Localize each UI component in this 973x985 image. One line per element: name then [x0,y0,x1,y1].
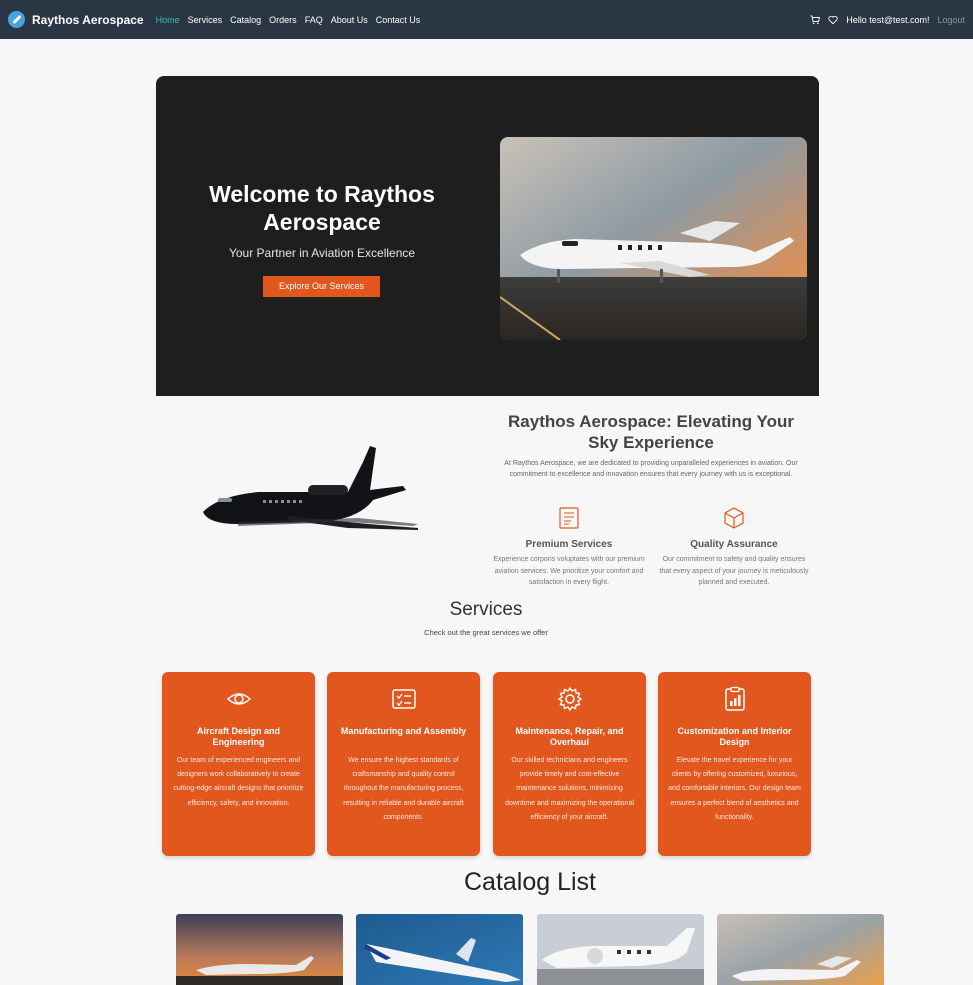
service-card-manufacturing[interactable]: Manufacturing and Assembly We ensure the… [327,672,480,856]
service-card-text: We ensure the highest standards of craft… [343,757,464,821]
service-card-maintenance[interactable]: Maintenance, Repair, and Overhaul Our sk… [493,672,646,856]
checklist-icon [391,689,416,709]
hero-subtitle: Your Partner in Aviation Excellence [228,246,416,260]
top-navbar: Raythos Aerospace Home Services Catalog … [0,0,973,39]
hero-section: Welcome to Raythos Aerospace Your Partne… [156,76,819,396]
nav-link-services[interactable]: Services [188,15,223,25]
service-card-title: Aircraft Design and Engineering [196,726,281,747]
box-icon [724,507,744,529]
service-card-title: Manufacturing and Assembly [340,726,467,736]
feature-premium-services: Premium Services Experience corporis vol… [491,506,647,589]
service-card-text: Our team of experienced engineers and de… [173,757,304,807]
cart-icon[interactable] [810,15,821,25]
black-jet-image [198,440,422,532]
certificate-icon [559,507,579,529]
eye-icon [226,693,251,705]
service-card-text: Our skilled technicians and engineers pr… [505,757,634,821]
nav-right: Hello test@test.com! Logout [810,15,965,25]
service-card-design[interactable]: Aircraft Design and Engineering Our team… [162,672,315,856]
explore-services-button[interactable]: Explore Our Services [263,276,380,297]
feature-title: Premium Services [525,539,613,550]
nav-link-home[interactable]: Home [156,15,180,25]
catalog-item-image[interactable] [537,914,704,985]
nav-link-faq[interactable]: FAQ [305,15,323,25]
catalog-item-image[interactable] [356,914,523,985]
feature-text: Experience corporis voluptates with our … [493,556,645,586]
services-heading: Services [449,599,523,620]
catalog-item-image[interactable] [717,914,884,985]
nav-link-orders[interactable]: Orders [269,15,297,25]
nav-link-contact-us[interactable]: Contact Us [376,15,421,25]
hero-title: Welcome to Raythos Aerospace [209,181,435,235]
feature-text: Our commitment to safety and quality ens… [659,556,809,586]
service-card-title: Customization and Interior Design [677,726,792,747]
services-subheading: Check out the great services we offer [424,628,548,637]
about-text: At Raythos Aerospace, we are dedicated t… [504,460,798,478]
plane-logo-icon [8,11,25,28]
gear-icon [557,686,582,712]
clipboard-chart-icon [724,686,745,711]
user-greeting: Hello test@test.com! [846,14,930,25]
brand-name[interactable]: Raythos Aerospace [32,13,144,27]
feature-title: Quality Assurance [690,539,778,550]
catalog-heading: Catalog List [463,868,597,896]
service-card-text: Elevate the travel experience for your c… [668,757,801,821]
catalog-item-image[interactable] [176,914,343,985]
nav-links: Home Services Catalog Orders FAQ About U… [156,15,421,25]
service-card-customization[interactable]: Customization and Interior Design Elevat… [658,672,811,856]
nav-link-catalog[interactable]: Catalog [230,15,261,25]
service-card-title: Maintenance, Repair, and Overhaul [515,726,624,747]
heart-icon[interactable] [828,15,838,25]
brand[interactable]: Raythos Aerospace [8,11,144,28]
hero-jet-image [500,137,807,340]
feature-quality-assurance: Quality Assurance Our commitment to safe… [656,506,812,589]
nav-link-about-us[interactable]: About Us [331,15,368,25]
about-title: Raythos Aerospace: Elevating Your Sky Ex… [508,412,794,452]
logout-link[interactable]: Logout [937,15,965,25]
